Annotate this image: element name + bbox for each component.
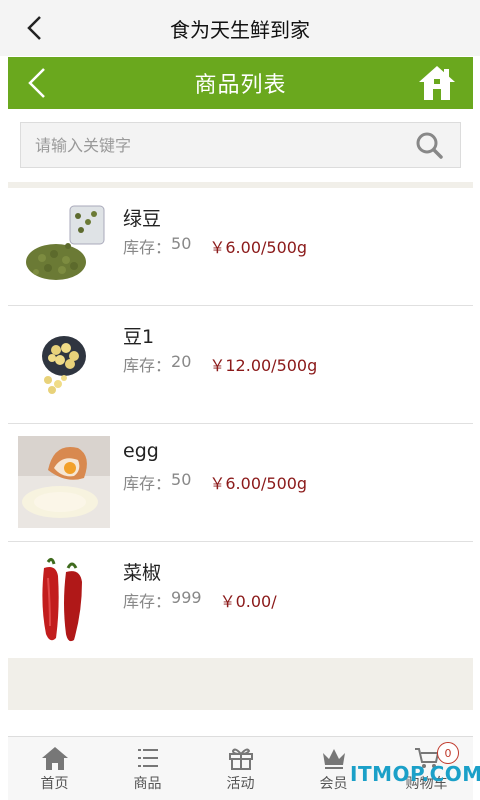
list-footer-area — [8, 658, 473, 710]
stock-label: 库存： — [123, 238, 172, 257]
stock-label: 库存： — [123, 474, 172, 493]
product-price: ￥6.00/500g — [209, 238, 308, 257]
stock-value: 999 — [171, 588, 202, 607]
product-item[interactable]: 绿豆 库存： 50 ￥6.00/500g — [8, 188, 473, 306]
search-input[interactable] — [21, 135, 414, 155]
crown-icon — [322, 749, 345, 769]
stock-value: 50 — [171, 470, 192, 489]
egg-image — [18, 436, 110, 528]
tab-activities[interactable]: 活动 — [194, 737, 287, 800]
product-price: ￥0.00/ — [219, 592, 277, 611]
home-icon[interactable] — [417, 63, 457, 103]
gift-icon — [228, 748, 253, 770]
home-icon — [41, 747, 68, 770]
stock-label: 库存： — [123, 592, 172, 611]
product-price: ￥6.00/500g — [209, 474, 308, 493]
tab-home[interactable]: 首页 — [8, 737, 101, 800]
soybean-image — [18, 318, 110, 410]
stock-value: 50 — [171, 234, 192, 253]
product-item[interactable]: 菜椒 库存： 999 ￥0.00/ — [8, 542, 473, 660]
mung-bean-image — [18, 200, 110, 292]
page-nav-bar: 商品列表 — [8, 57, 473, 109]
red-pepper-image — [18, 554, 110, 646]
app-title: 食为天生鲜到家 — [170, 17, 310, 42]
product-item[interactable]: egg 库存： 50 ￥6.00/500g — [8, 424, 473, 542]
tab-label: 活动 — [226, 776, 255, 792]
stock-value: 20 — [171, 352, 192, 371]
product-price: ￥12.00/500g — [209, 356, 318, 375]
back-arrow-icon[interactable] — [20, 13, 50, 43]
app-header: 食为天生鲜到家 — [0, 0, 480, 56]
tab-label: 商品 — [133, 776, 162, 792]
tab-label: 首页 — [40, 776, 69, 792]
product-name: 菜椒 — [123, 562, 162, 584]
watermark-logo: ITMOP.COM — [350, 762, 480, 786]
search-bar — [20, 122, 461, 168]
tab-label: 会员 — [319, 776, 348, 792]
product-list: 绿豆 库存： 50 ￥6.00/500g 豆1 库存： 20 ￥12.00/50… — [8, 188, 473, 660]
product-name: 绿豆 — [123, 208, 162, 230]
tab-products[interactable]: 商品 — [101, 737, 194, 800]
cart-count-badge: 0 — [437, 742, 459, 764]
product-name: egg — [123, 440, 159, 462]
product-meta: 库存： 50 ￥6.00/500g — [123, 234, 307, 258]
product-meta: 库存： 50 ￥6.00/500g — [123, 470, 307, 494]
product-meta: 库存： 999 ￥0.00/ — [123, 588, 277, 612]
list-icon — [137, 749, 158, 767]
stock-label: 库存： — [123, 356, 172, 375]
back-arrow-icon[interactable] — [22, 66, 52, 100]
product-item[interactable]: 豆1 库存： 20 ￥12.00/500g — [8, 306, 473, 424]
product-name: 豆1 — [123, 326, 155, 348]
search-icon[interactable] — [414, 130, 444, 160]
page-title: 商品列表 — [194, 73, 287, 98]
product-meta: 库存： 20 ￥12.00/500g — [123, 352, 317, 376]
